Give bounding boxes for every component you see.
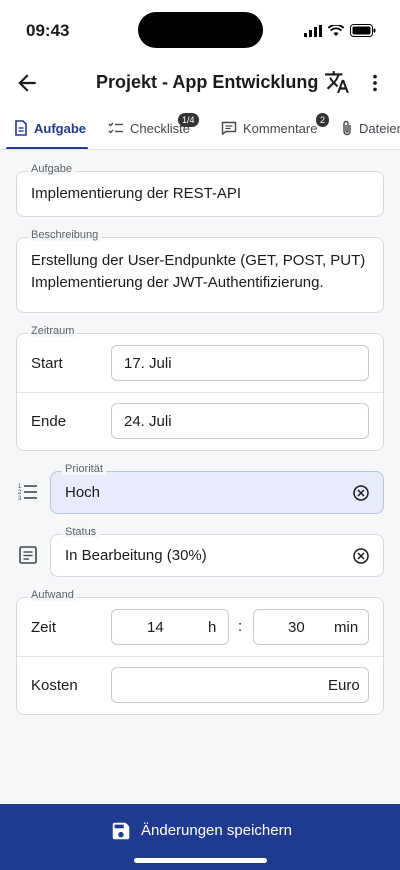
status-bar: 09:43 xyxy=(0,0,400,62)
battery-icon xyxy=(350,24,376,37)
priority-label: Priorität xyxy=(62,463,106,475)
status-label: Status xyxy=(62,526,100,538)
tab-label: Aufgabe xyxy=(34,120,86,136)
end-date-input[interactable]: 24. Juli xyxy=(111,403,369,439)
tab-label: Dateien xyxy=(359,120,400,136)
wifi-icon xyxy=(328,24,344,36)
document-icon xyxy=(15,120,27,136)
home-indicator xyxy=(134,858,267,863)
hours-unit: h xyxy=(208,619,217,636)
dynamic-island xyxy=(138,12,263,48)
time-label: Zeit xyxy=(31,619,57,636)
status-value: In Bearbeitung (30%) xyxy=(65,547,207,564)
period-card: Start 17. Juli Ende 24. Juli xyxy=(16,333,384,451)
paperclip-icon xyxy=(343,120,351,136)
task-field[interactable]: Implementierung der REST-API xyxy=(16,171,384,217)
clear-icon[interactable] xyxy=(352,484,370,502)
tab-kommentare[interactable]: Kommentare xyxy=(221,106,318,149)
hours-input[interactable]: 14 h xyxy=(111,609,229,645)
start-label: Start xyxy=(31,355,63,372)
save-icon xyxy=(112,822,130,840)
start-date-value: 17. Juli xyxy=(124,355,172,372)
minutes-input[interactable]: 30 min xyxy=(253,609,369,645)
page-title: Projekt - App Entwicklung xyxy=(96,72,319,92)
minutes-value: 30 xyxy=(288,619,305,636)
tab-aufgabe[interactable]: Aufgabe xyxy=(14,106,86,149)
arrow-left-icon[interactable] xyxy=(14,70,40,96)
checklist-icon xyxy=(108,122,123,134)
effort-card: Zeit 14 h : 30 min Kosten Euro xyxy=(16,597,384,715)
signal-icon xyxy=(304,24,322,37)
tab-dateien[interactable]: Dateien xyxy=(341,106,400,149)
status-time: 09:43 xyxy=(26,21,70,40)
checklist-badge: 1/4 xyxy=(178,113,199,127)
save-button[interactable]: Änderungen speichern xyxy=(0,804,400,870)
time-separator: : xyxy=(238,618,243,635)
translate-icon[interactable] xyxy=(324,69,350,95)
priority-value: Hoch xyxy=(65,484,101,501)
tab-bar: Aufgabe Checkliste 1/4 Kommentare 2 Date… xyxy=(0,106,400,150)
effort-label: Aufwand xyxy=(28,589,77,601)
cost-input[interactable]: Euro xyxy=(111,667,369,703)
active-tab-indicator xyxy=(6,147,88,149)
start-date-input[interactable]: 17. Juli xyxy=(111,345,369,381)
divider xyxy=(17,392,383,393)
cost-label: Kosten xyxy=(31,677,78,694)
tab-label: Kommentare xyxy=(243,120,318,136)
status-select[interactable]: In Bearbeitung (30%) xyxy=(50,534,384,577)
hours-value: 14 xyxy=(147,619,164,636)
clear-icon[interactable] xyxy=(352,547,370,565)
priority-select[interactable]: Hoch xyxy=(50,471,384,514)
svg-text:3: 3 xyxy=(18,496,22,502)
system-icons xyxy=(304,24,376,37)
app-bar: Projekt - App Entwicklung xyxy=(0,62,400,106)
divider xyxy=(17,656,383,657)
description-label: Beschreibung xyxy=(28,229,102,241)
end-date-value: 24. Juli xyxy=(124,413,172,430)
notes-icon xyxy=(19,546,37,564)
numbered-list-icon: 1 2 3 xyxy=(18,484,37,502)
description-line-2: Implementierung der JWT-Authentifizierun… xyxy=(31,274,324,291)
cost-unit: Euro xyxy=(328,677,360,694)
period-label: Zeitraum xyxy=(28,325,78,337)
task-value: Implementierung der REST-API xyxy=(31,185,242,202)
minutes-unit: min xyxy=(334,619,359,636)
tab-checkliste[interactable]: Checkliste xyxy=(108,106,190,149)
description-line-1: Erstellung der User-Endpunkte (GET, POST… xyxy=(31,252,366,269)
save-button-label: Änderungen speichern xyxy=(141,822,292,839)
more-vert-icon[interactable] xyxy=(364,70,386,96)
comment-badge: 2 xyxy=(316,113,330,127)
description-field[interactable]: Erstellung der User-Endpunkte (GET, POST… xyxy=(16,237,384,313)
task-label: Aufgabe xyxy=(28,163,75,175)
comment-icon xyxy=(221,121,237,135)
end-label: Ende xyxy=(31,413,67,430)
